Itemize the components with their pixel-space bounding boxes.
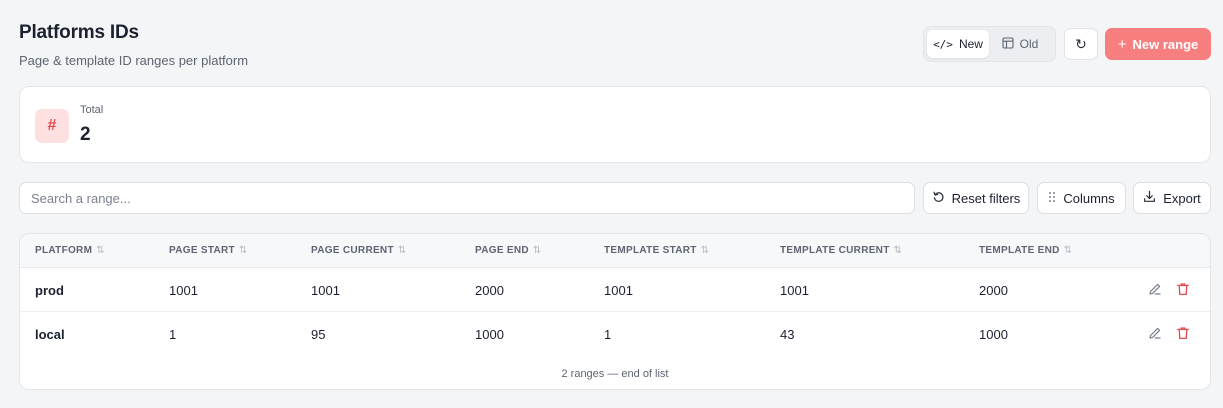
refresh-button[interactable]: ↻: [1064, 28, 1098, 60]
hash-icon: #: [35, 109, 69, 143]
sort-icon: ⇅: [1063, 245, 1073, 256]
stat-card-total: # Total 2: [19, 86, 1211, 163]
edit-icon[interactable]: [1147, 281, 1163, 297]
cell-page-end: 1000: [475, 327, 504, 342]
search-input[interactable]: [19, 182, 915, 214]
page-header: Platforms IDs Page & template ID ranges …: [19, 22, 248, 68]
grip-icon: [1048, 191, 1056, 206]
column-header-page-start[interactable]: PAGE START ⇅: [169, 245, 248, 256]
page-subtitle: Page & template ID ranges per platform: [19, 53, 249, 68]
column-header-page-end[interactable]: PAGE END ⇅: [475, 245, 542, 256]
table-footer: 2 ranges — end of list: [561, 368, 669, 380]
cell-template-end: 1000: [979, 327, 1008, 342]
cell-template-start: 1: [604, 327, 612, 342]
download-icon: [1143, 190, 1156, 206]
new-range-button[interactable]: + New range: [1105, 28, 1211, 60]
trash-icon[interactable]: [1175, 325, 1191, 341]
table-row[interactable]: local 1 95 1000 1 43 1000: [20, 312, 1210, 356]
stat-label: Total: [80, 104, 104, 116]
plus-icon: +: [1117, 35, 1127, 53]
export-button[interactable]: Export: [1133, 182, 1211, 214]
cell-platform: prod: [35, 283, 64, 298]
columns-button[interactable]: Columns: [1037, 182, 1126, 214]
column-header-platform[interactable]: PLATFORM ⇅: [35, 245, 105, 256]
table-header: PLATFORM ⇅ PAGE START ⇅ PAGE CURRENT ⇅ PAGE…: [20, 234, 1210, 268]
view-toggle-new[interactable]: </> New: [927, 30, 989, 58]
cell-page-current: 1001: [311, 283, 340, 298]
sort-icon: ⇅: [238, 245, 248, 256]
reset-filters-button[interactable]: Reset filters: [923, 182, 1029, 214]
edit-icon[interactable]: [1147, 325, 1163, 341]
cell-page-current: 95: [311, 327, 326, 342]
sort-icon: ⇅: [96, 245, 105, 256]
reset-filters-label: Reset filters: [951, 190, 1021, 206]
cell-page-start: 1: [169, 327, 177, 342]
column-header-template-end[interactable]: TEMPLATE END ⇅: [979, 245, 1072, 256]
column-header-template-start[interactable]: TEMPLATE START ⇅: [604, 245, 709, 256]
sort-icon: ⇅: [397, 245, 407, 256]
sort-icon: ⇅: [700, 245, 710, 256]
reset-icon: [932, 190, 945, 206]
cell-template-end: 2000: [979, 283, 1008, 298]
cell-platform: local: [35, 327, 65, 342]
trash-icon[interactable]: [1175, 281, 1191, 297]
view-toggle-old-label: Old: [1019, 37, 1039, 51]
view-toggle-new-label: New: [958, 37, 983, 51]
export-label: Export: [1163, 190, 1201, 206]
refresh-icon: ↻: [1075, 35, 1087, 52]
sort-icon: ⇅: [893, 245, 903, 256]
view-toggle: </> New Old: [923, 26, 1056, 62]
cell-page-start: 1001: [169, 283, 198, 298]
cell-template-current: 43: [780, 327, 795, 342]
stat-value: 2: [80, 124, 91, 145]
cell-template-start: 1001: [604, 283, 633, 298]
new-range-label: New range: [1132, 36, 1199, 52]
column-header-page-current[interactable]: PAGE CURRENT ⇅: [311, 245, 407, 256]
cell-page-end: 2000: [475, 283, 504, 298]
page-title: Platforms IDs: [19, 22, 139, 43]
cell-template-current: 1001: [780, 283, 809, 298]
column-header-template-current[interactable]: TEMPLATE CURRENT ⇅: [780, 245, 902, 256]
table-row[interactable]: prod 1001 1001 2000 1001 1001 2000: [20, 268, 1210, 312]
columns-label: Columns: [1063, 190, 1115, 206]
layout-icon: [1002, 36, 1014, 52]
code-icon: </>: [933, 37, 953, 51]
ranges-table: PLATFORM ⇅ PAGE START ⇅ PAGE CURRENT ⇅ PAGE…: [19, 233, 1211, 390]
sort-icon: ⇅: [532, 245, 542, 256]
view-toggle-old[interactable]: Old: [989, 30, 1051, 58]
